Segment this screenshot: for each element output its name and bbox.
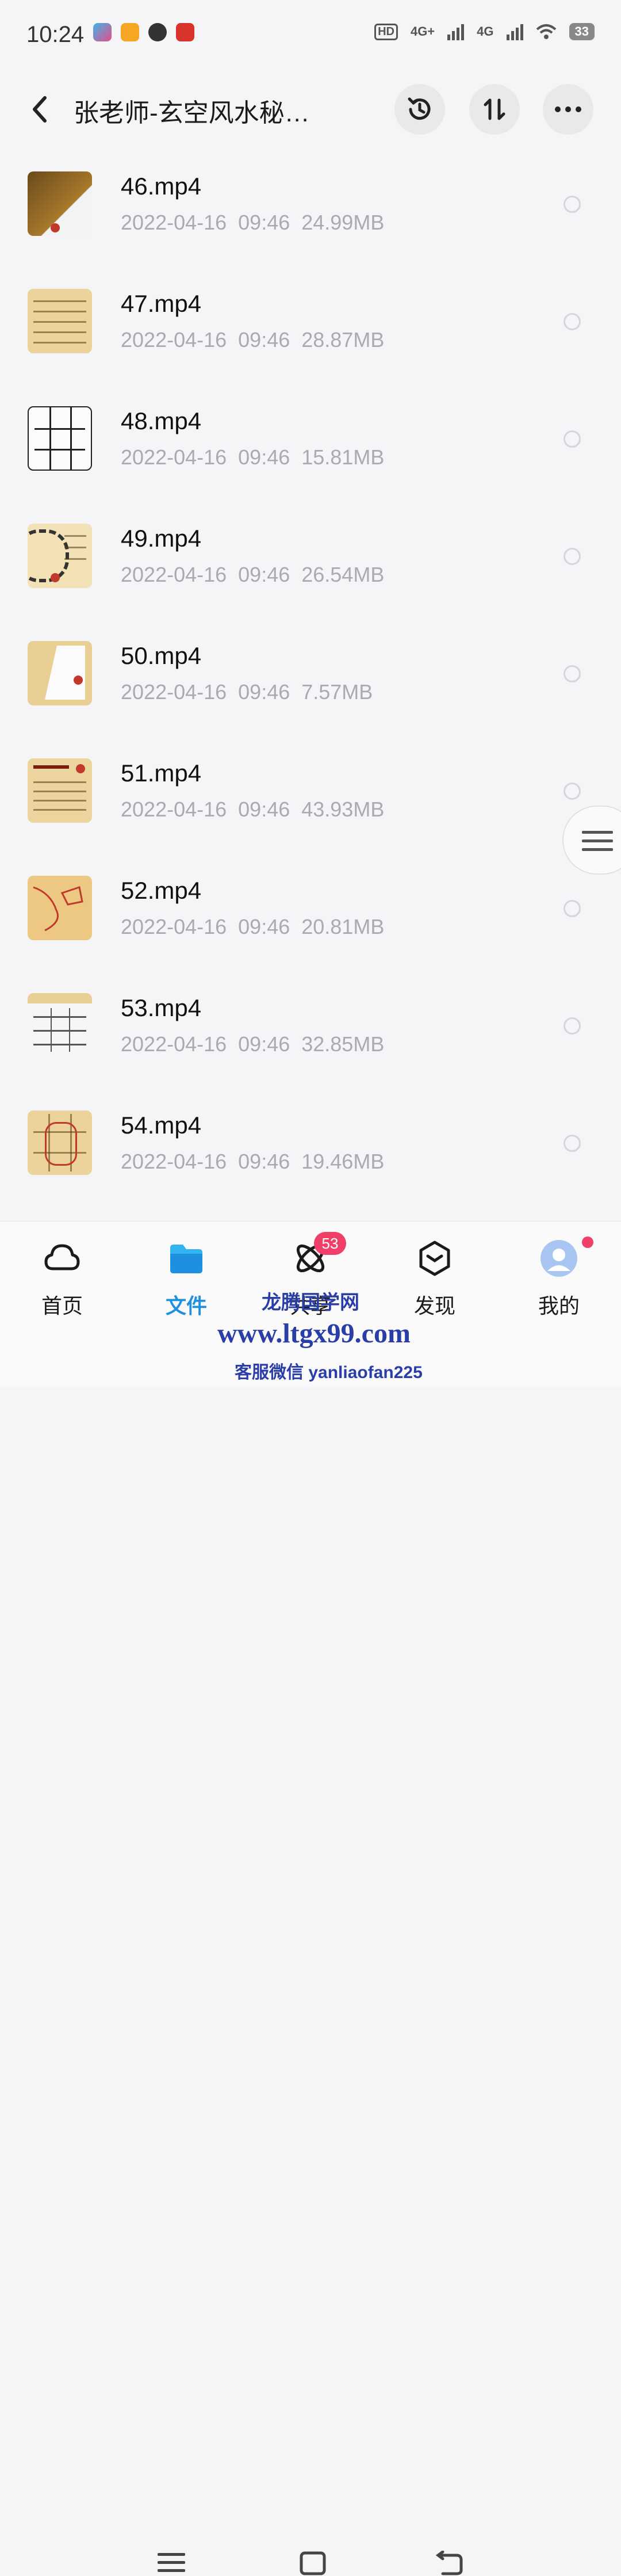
share-badge: 53 [314,1232,346,1255]
video-thumbnail [28,993,92,1058]
more-button[interactable] [543,84,593,135]
red-app-icon [176,23,194,41]
file-name: 46.mp4 [121,173,202,200]
nav-home-label: 首页 [41,1294,83,1318]
select-radio[interactable] [564,665,581,682]
hd-voice-icon: HD [374,23,398,40]
select-radio[interactable] [564,900,581,917]
file-name: 49.mp4 [121,525,202,552]
nav-files[interactable]: 文件 [135,1239,238,1319]
net-type-1: 4G+ [410,24,435,39]
file-row[interactable]: 49.mp4 2022-04-16 09:46 26.54MB [0,511,621,628]
file-name: 50.mp4 [121,642,202,669]
home-square-icon[interactable] [299,2551,327,2576]
file-meta: 2022-04-16 09:46 15.81MB [121,445,385,469]
battery-indicator: 33 [569,23,595,40]
file-name: 48.mp4 [121,407,202,434]
cloud-icon [44,1244,80,1270]
file-row[interactable]: 47.mp4 2022-04-16 09:46 28.87MB [0,276,621,394]
file-name: 54.mp4 [121,1112,202,1139]
select-radio[interactable] [564,196,581,213]
header-bar: 张老师-玄空风水秘… [0,81,621,138]
video-thumbnail [28,171,92,236]
file-row[interactable]: 48.mp4 2022-04-16 09:46 15.81MB [0,394,621,511]
menu-lines-icon [582,831,613,851]
file-meta: 2022-04-16 09:46 43.93MB [121,797,385,821]
nav-mine[interactable]: 我的 [507,1237,611,1319]
avatar-icon [540,1240,577,1277]
notification-dot [582,1237,593,1248]
select-radio[interactable] [564,1017,581,1035]
nav-discover-label: 发现 [413,1294,455,1318]
file-meta: 2022-04-16 09:46 26.54MB [121,563,385,586]
nav-discover[interactable]: 发现 [383,1239,486,1319]
file-row[interactable]: 46.mp4 2022-04-16 09:46 24.99MB [0,159,621,276]
select-radio[interactable] [564,783,581,800]
watermark-site-name: 龙腾国学网 [262,1292,359,1314]
select-radio[interactable] [564,313,581,330]
file-name: 53.mp4 [121,994,202,1021]
watermark-contact: 客服微信 yanliaofan225 [235,1363,423,1382]
net-type-2: 4G [477,24,494,39]
file-meta: 2022-04-16 09:46 28.87MB [121,328,385,352]
select-radio[interactable] [564,548,581,565]
folder-icon [170,1245,202,1273]
page-title: 张老师-玄空风水秘… [74,99,310,127]
file-row[interactable]: 50.mp4 2022-04-16 09:46 7.57MB [0,628,621,746]
video-thumbnail [28,758,92,823]
back-nav-icon[interactable] [435,2551,463,2576]
sketch-drawing [33,886,83,932]
file-list: 46.mp4 2022-04-16 09:46 24.99MB 47.mp4 2… [0,159,621,1215]
history-icon [408,97,431,120]
file-row[interactable]: 53.mp4 2022-04-16 09:46 32.85MB [0,980,621,1098]
file-meta: 2022-04-16 09:46 24.99MB [121,211,385,234]
select-radio[interactable] [564,430,581,448]
signal-icon [447,23,465,40]
file-row[interactable]: 54.mp4 2022-04-16 09:46 19.46MB [0,1098,621,1215]
history-button[interactable] [394,84,445,135]
status-indicators: HD 4G+ 4G 33 [374,23,595,40]
video-thumbnail [28,524,92,588]
file-meta: 2022-04-16 09:46 19.46MB [121,1150,385,1173]
select-radio[interactable] [564,1135,581,1152]
nav-home[interactable]: 首页 [10,1239,114,1319]
weibo-icon [121,23,139,41]
notification-icons [93,23,194,41]
status-time: 10:24 [26,22,85,47]
wifi-icon [536,24,556,39]
status-bar: 10:24 HD 4G+ 4G 33 [0,0,621,75]
file-name: 52.mp4 [121,877,202,904]
file-meta: 2022-04-16 09:46 20.81MB [121,915,385,938]
video-thumbnail [28,406,92,471]
video-thumbnail [28,1110,92,1175]
file-meta: 2022-04-16 09:46 32.85MB [121,1032,385,1056]
sort-button[interactable] [469,84,520,135]
file-row[interactable]: 52.mp4 2022-04-16 09:46 20.81MB [0,863,621,980]
video-thumbnail [28,289,92,353]
file-row[interactable]: 51.mp4 2022-04-16 09:46 43.93MB [0,746,621,863]
file-name: 51.mp4 [121,760,202,787]
back-arrow-icon[interactable] [29,94,52,124]
video-thumbnail [28,876,92,940]
discover-hexagon-icon [419,1241,450,1276]
watermark-url: www.ltgx99.com [217,1318,411,1349]
compass-app-icon [148,23,167,41]
recent-apps-icon[interactable] [158,2551,185,2574]
signal-icon-2 [506,23,523,40]
video-thumbnail [28,641,92,705]
nav-files-label: 文件 [165,1294,207,1318]
sort-icon [484,98,505,120]
nav-mine-label: 我的 [538,1294,580,1318]
more-dots-icon [555,106,581,112]
file-meta: 2022-04-16 09:46 7.57MB [121,680,373,704]
file-name: 47.mp4 [121,290,202,317]
app-notification-icon [93,23,112,41]
